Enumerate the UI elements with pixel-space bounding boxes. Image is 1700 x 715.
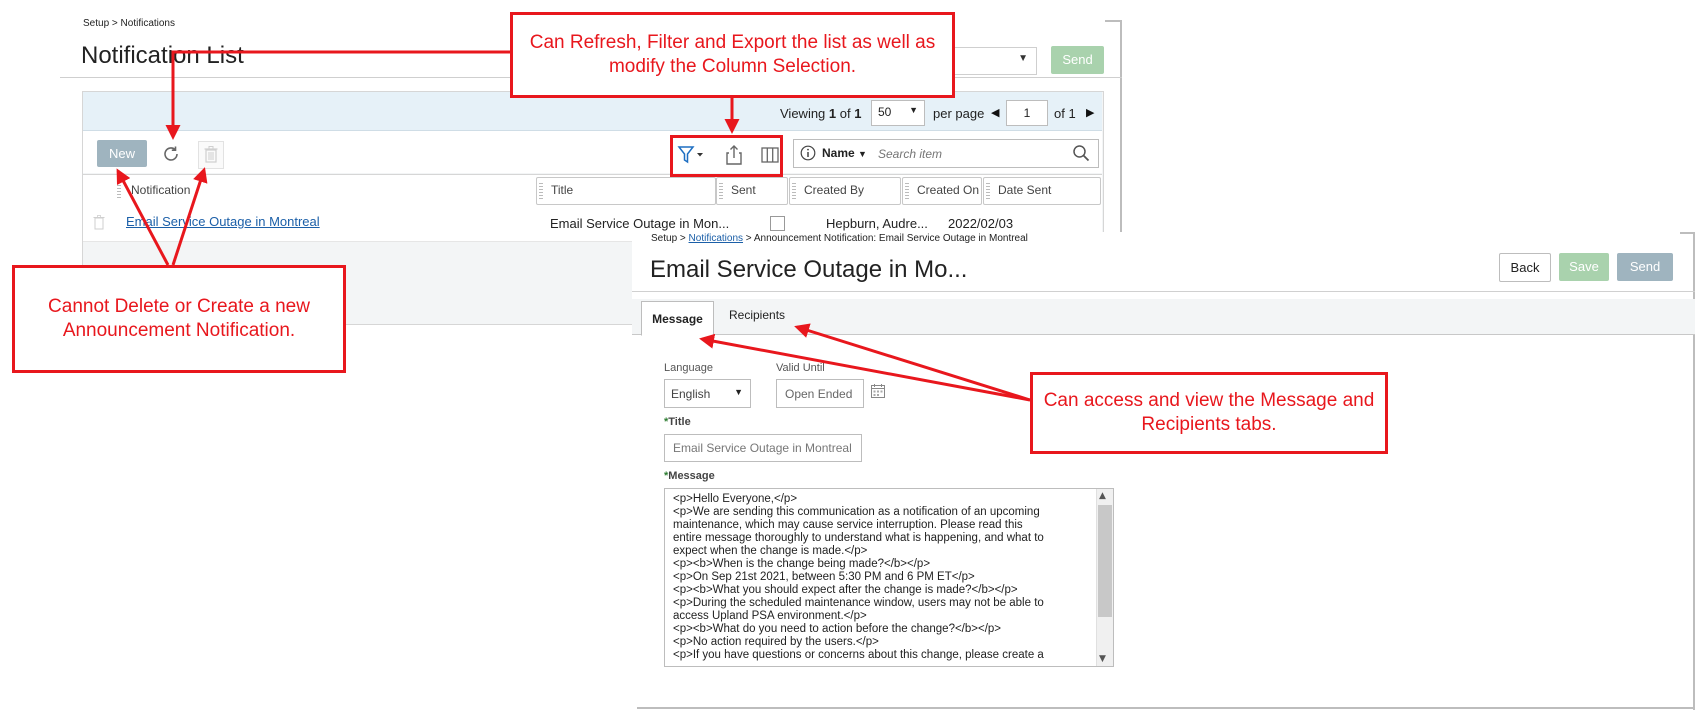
annotation-cannot-delete-create: Cannot Delete or Create a new Announceme… (12, 265, 346, 373)
annotation-refresh-filter-export: Can Refresh, Filter and Export the list … (510, 12, 955, 98)
arrow-to-delete (171, 167, 208, 266)
arrow-to-refresh (165, 50, 510, 140)
arrow-to-new (116, 168, 170, 266)
annotation-access-tabs: Can access and view the Message and Reci… (1030, 372, 1388, 454)
